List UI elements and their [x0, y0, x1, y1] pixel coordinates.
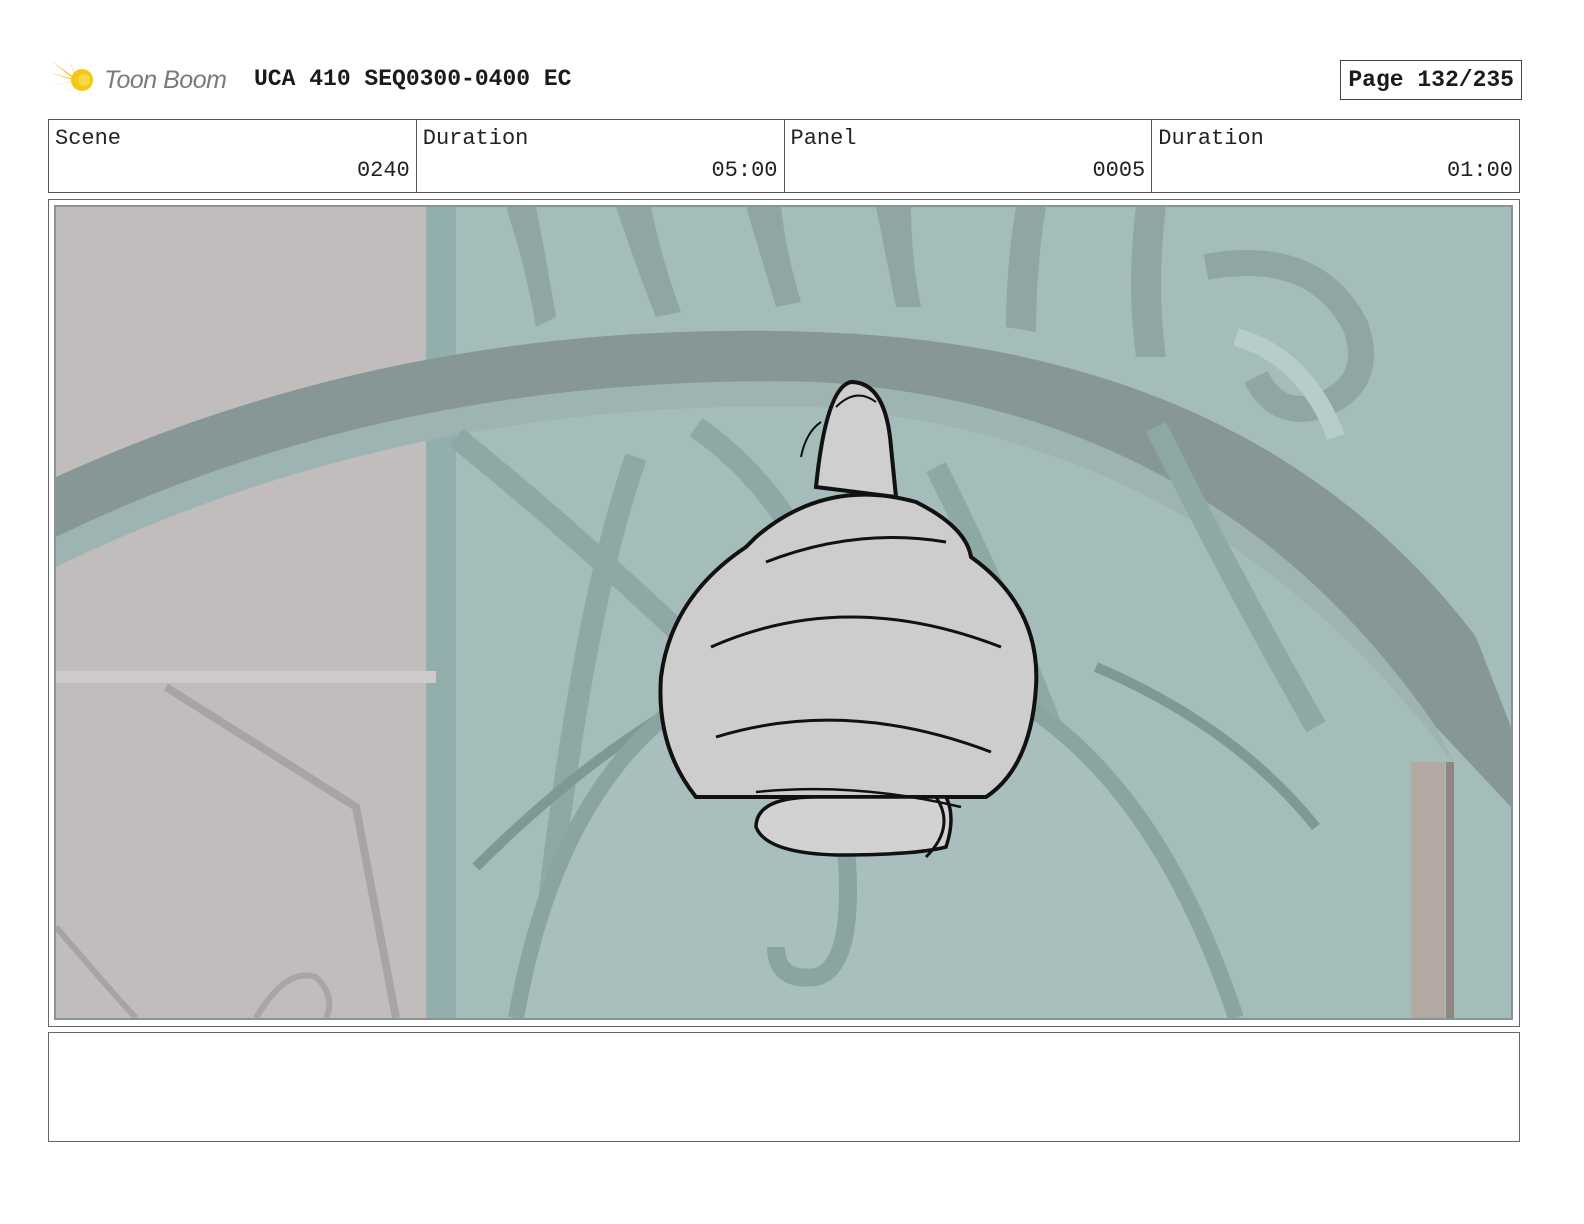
- storyboard-panel-frame: [48, 199, 1520, 1027]
- scene-value: 0240: [356, 158, 410, 183]
- panel-duration-value: 01:00: [1446, 158, 1513, 183]
- panel-duration-label: Duration: [1158, 126, 1264, 151]
- page-number: Page 132/235: [1340, 60, 1522, 100]
- logo-text: Toon Boom: [104, 66, 227, 94]
- page-header: Toon Boom UCA 410 SEQ0300-0400 EC Page 1…: [48, 52, 1522, 108]
- panel-notes-box: [48, 1032, 1520, 1142]
- scene-cell: Scene 0240: [49, 120, 417, 192]
- panel-value: 0005: [1092, 158, 1146, 183]
- storyboard-panel-image: [54, 205, 1513, 1020]
- starburst-icon: [48, 58, 93, 100]
- scene-label: Scene: [55, 126, 122, 151]
- panel-label: Panel: [790, 126, 857, 151]
- toon-boom-logo: Toon Boom: [48, 54, 238, 106]
- panel-duration-cell: Duration 01:00: [1152, 120, 1519, 192]
- scene-duration-cell: Duration 05:00: [417, 120, 785, 192]
- scene-duration-label: Duration: [422, 126, 529, 151]
- panel-illustration: [56, 207, 1511, 1018]
- panel-cell: Panel 0005: [785, 120, 1153, 192]
- scene-info-table: Scene 0240 Duration 05:00 Panel 0005 Dur…: [48, 119, 1520, 193]
- project-title: UCA 410 SEQ0300-0400 EC: [254, 66, 572, 92]
- scene-duration-value: 05:00: [711, 158, 778, 183]
